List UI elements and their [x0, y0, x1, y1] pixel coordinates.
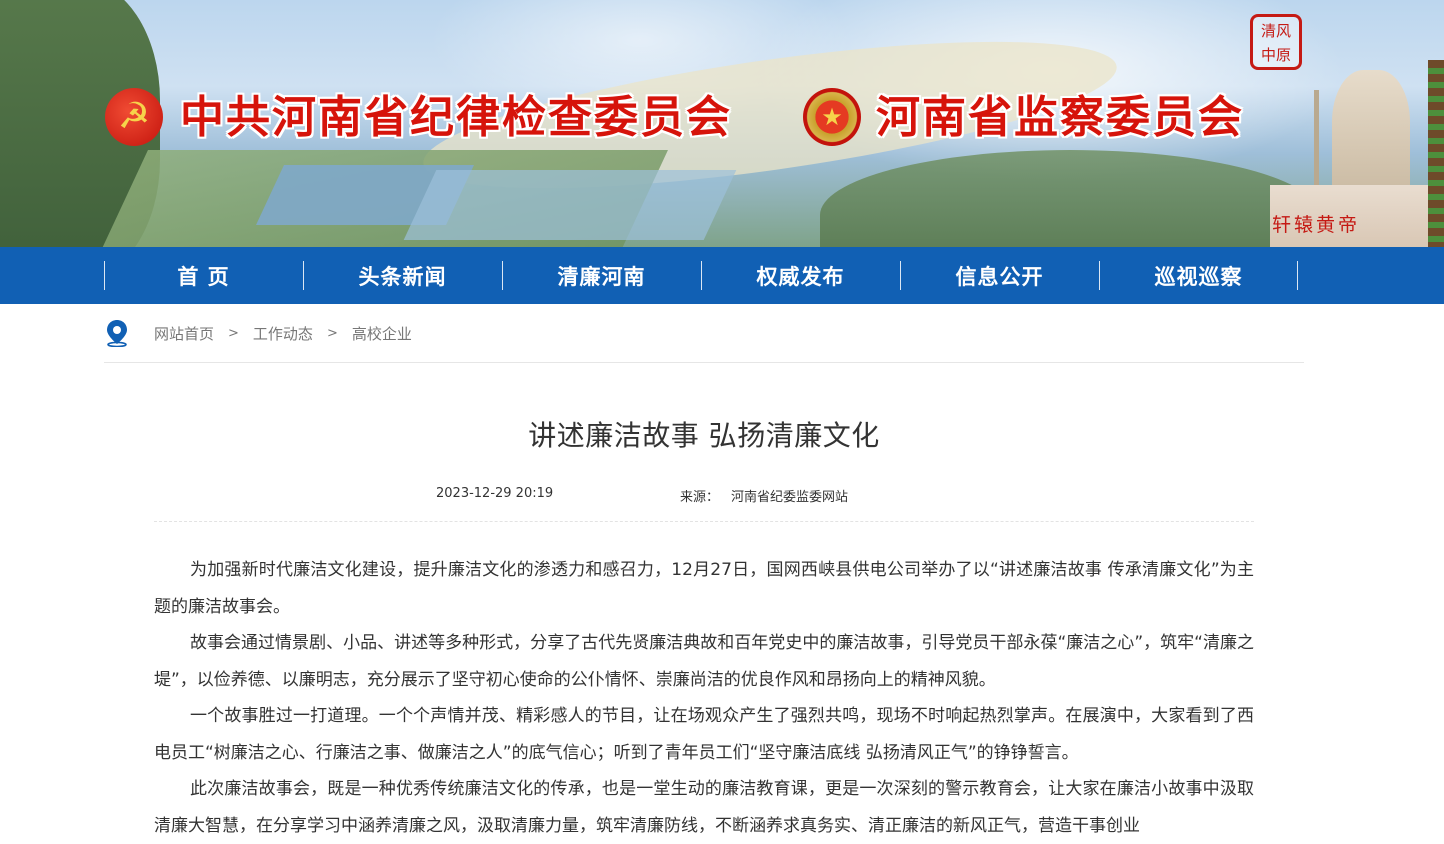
- nav-item-label: 权威发布: [756, 264, 845, 289]
- article-meta: 2023-12-29 20:19 来源： 河南省纪委监委网站: [154, 486, 1254, 522]
- nav-item-clean-henan[interactable]: 清廉河南: [502, 247, 701, 304]
- breadcrumb-universities-link[interactable]: 高校企业: [352, 323, 412, 344]
- article-body: 为加强新时代廉洁文化建设，提升廉洁文化的渗透力和感召力，12月27日，国网西峡县…: [154, 552, 1254, 844]
- pagoda-image: [1428, 60, 1444, 247]
- article-paragraph: 为加强新时代廉洁文化建设，提升廉洁文化的渗透力和感召力，12月27日，国网西峡县…: [154, 560, 1254, 617]
- nav-item-label: 首 页: [177, 264, 230, 289]
- seal-logo: 清风 中原: [1250, 14, 1302, 70]
- breadcrumb-work-news-link[interactable]: 工作动态: [253, 323, 313, 344]
- main-nav: 首 页 头条新闻 清廉河南 权威发布 信息公开 巡视巡察: [0, 247, 1444, 304]
- statue-figure: [1332, 70, 1410, 200]
- statue-plaque: 轩辕黄帝: [1272, 214, 1361, 236]
- nav-item-label: 头条新闻: [358, 264, 447, 289]
- org-title-ccdi: 中共河南省纪律检查委员会: [180, 92, 732, 143]
- nav-item-label: 清廉河南: [557, 264, 646, 289]
- article-paragraph: 一个故事胜过一打道理。一个个声情并茂、精彩感人的节目，让在场观众产生了强烈共鸣，…: [154, 706, 1254, 763]
- statue-image: 轩辕黄帝: [1270, 60, 1444, 247]
- article-source: 来源： 河南省纪委监委网站: [680, 486, 848, 505]
- breadcrumb-separator: >: [228, 325, 239, 341]
- state-emblem-icon: ★: [803, 88, 861, 146]
- location-pin-icon: [104, 319, 130, 347]
- article-title: 讲述廉洁故事 弘扬清廉文化: [528, 419, 880, 452]
- seal-text-line: 中原: [1260, 46, 1291, 64]
- banner-ridge: [820, 150, 1320, 247]
- nav-item-label: 巡视巡察: [1154, 264, 1243, 289]
- org-title-supervision: 河南省监察委员会: [876, 92, 1244, 143]
- nav-item-info-disclosure[interactable]: 信息公开: [900, 247, 1099, 304]
- article-source-value: 河南省纪委监委网站: [731, 490, 849, 505]
- nav-item-home[interactable]: 首 页: [104, 247, 303, 304]
- nav-item-label: 信息公开: [955, 264, 1044, 289]
- header-banner: ☭ 中共河南省纪律检查委员会 ★ 河南省监察委员会 清风 中原 轩辕黄帝: [0, 0, 1444, 247]
- breadcrumb-home-link[interactable]: 网站首页: [154, 323, 214, 344]
- party-emblem-icon: ☭: [105, 88, 163, 146]
- seal-text-line: 清风: [1260, 22, 1291, 40]
- article-source-label: 来源：: [680, 490, 720, 505]
- breadcrumb-separator: >: [326, 325, 338, 341]
- article-paragraph: 此次廉洁故事会，既是一种优秀传统廉洁文化的传承，也是一堂生动的廉洁教育课，更是一…: [154, 779, 1254, 836]
- breadcrumb: 网站首页 > 工作动态 > 高校企业: [104, 304, 1304, 363]
- article-date: 2023-12-29 20:19: [436, 486, 554, 501]
- nav-item-releases[interactable]: 权威发布: [701, 247, 900, 304]
- banner-pool: [403, 170, 737, 240]
- nav-item-headlines[interactable]: 头条新闻: [303, 247, 502, 304]
- article-paragraph: 故事会通过情景剧、小品、讲述等多种形式，分享了古代先贤廉洁典故和百年党史中的廉洁…: [154, 633, 1254, 690]
- nav-item-inspection[interactable]: 巡视巡察: [1099, 247, 1298, 304]
